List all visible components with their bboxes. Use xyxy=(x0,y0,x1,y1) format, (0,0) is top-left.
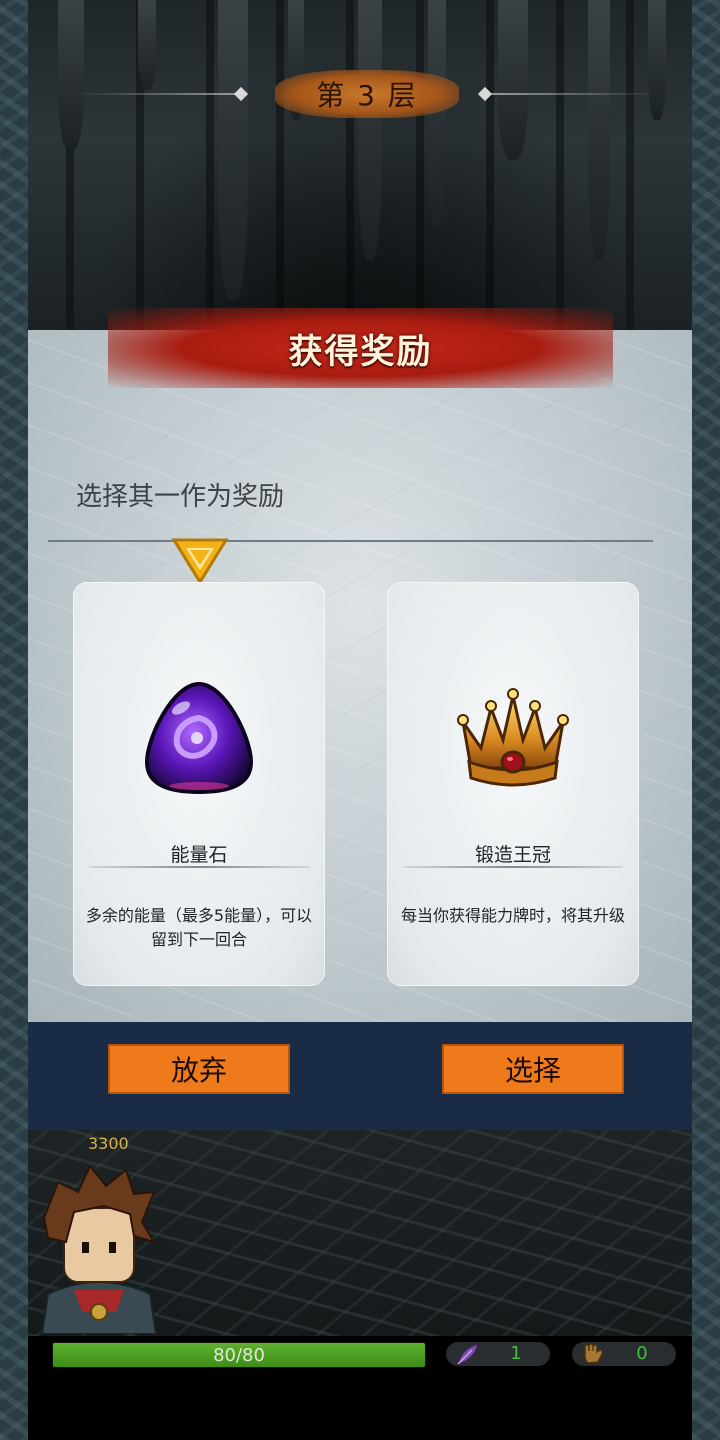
stalactite xyxy=(358,0,382,260)
right-decorative-border xyxy=(692,0,720,1440)
card-divider xyxy=(403,866,623,868)
floor-label: 第 3 层 xyxy=(316,79,418,112)
abandon-button[interactable]: 放弃 xyxy=(108,1044,290,1094)
feather-count: 1 xyxy=(510,1343,522,1364)
feather-stat[interactable]: 1 xyxy=(446,1342,550,1366)
reward-banner: 获得奖励 xyxy=(108,308,613,388)
feather-icon xyxy=(457,1343,479,1365)
banner-title: 获得奖励 xyxy=(288,331,433,372)
gold-counter: 3300 xyxy=(88,1134,129,1153)
selection-arrow-icon xyxy=(171,538,229,585)
gold-crown-icon xyxy=(457,688,569,787)
floor-line-left xyxy=(76,93,244,95)
reward-prompt: 选择其一作为奖励 xyxy=(76,482,285,512)
game-stage: 第 3 层 获得奖励 选择其一作为奖励 能量石 多余的能量（最多5能量），可以留… xyxy=(28,0,692,1440)
player-hud: 80/80 1 0 xyxy=(28,1336,692,1440)
floor-indicator: 第 3 层 xyxy=(28,62,692,126)
fist-icon xyxy=(584,1343,603,1364)
prompt-divider xyxy=(48,540,653,542)
card-divider xyxy=(89,866,309,868)
choose-button[interactable]: 选择 xyxy=(442,1044,624,1094)
left-decorative-border xyxy=(0,0,28,1440)
card-name: 能量石 xyxy=(170,844,228,866)
cave-background xyxy=(28,0,692,345)
hp-bar: 80/80 xyxy=(52,1342,426,1368)
floor-diamond-left xyxy=(233,86,249,102)
reward-card-forged-crown[interactable]: 锻造王冠 每当你获得能力牌时，将其升级 xyxy=(387,582,639,986)
action-bar: 放弃 选择 xyxy=(28,1022,692,1130)
fist-stat[interactable]: 0 xyxy=(572,1342,676,1366)
card-description: 多余的能量（最多5能量），可以留到下一回合 xyxy=(85,906,313,949)
fist-count: 0 xyxy=(636,1343,648,1364)
card-description: 每当你获得能力牌时，将其升级 xyxy=(400,906,625,925)
stalactite xyxy=(588,0,610,260)
card-name: 锻造王冠 xyxy=(474,844,551,866)
hero-portrait[interactable] xyxy=(34,1162,164,1334)
floor-plate: 第 3 层 xyxy=(275,70,459,118)
floor-line-right xyxy=(490,93,658,95)
hp-text: 80/80 xyxy=(213,1344,265,1366)
reward-card-energy-stone[interactable]: 能量石 多余的能量（最多5能量），可以留到下一回合 xyxy=(73,582,325,986)
stalactite xyxy=(218,0,248,300)
purple-energy-stone-icon xyxy=(144,681,254,795)
